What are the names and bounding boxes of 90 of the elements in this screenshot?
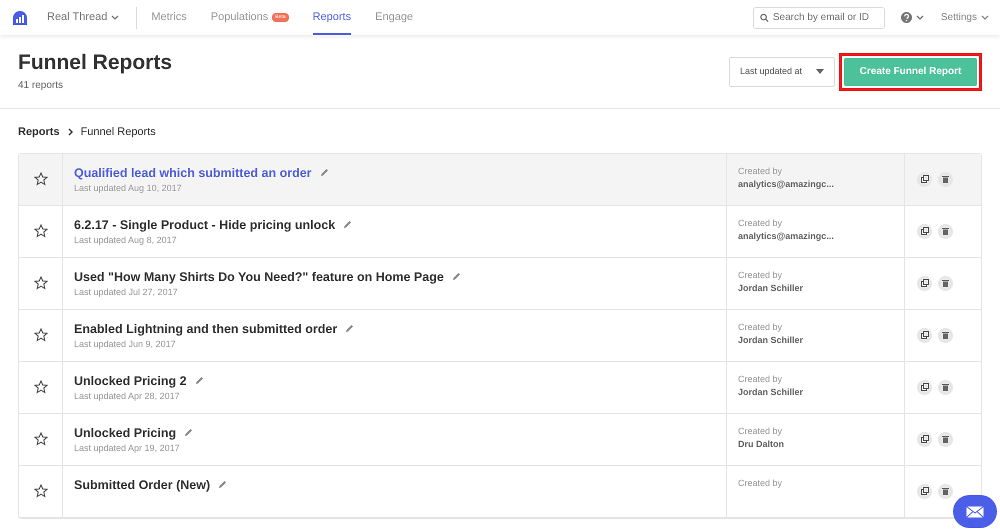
created-by-label: Created by [738,164,784,178]
duplicate-button[interactable] [917,432,932,446]
pencil-icon[interactable] [345,324,354,334]
chat-button[interactable] [953,495,997,528]
pencil-icon[interactable] [218,480,228,490]
last-updated: Last updated Aug 8, 2017 [74,234,178,248]
trash-icon [942,227,949,235]
copy-icon [920,435,928,443]
star-icon[interactable] [34,484,48,498]
star-icon[interactable] [34,328,48,342]
copy-icon [920,175,928,183]
creator-name: analytics@amazingc... [738,178,835,191]
chevron-icon [916,14,924,20]
duplicate-button[interactable] [917,224,932,238]
pencil-icon[interactable] [184,428,194,438]
creator-name: Jordan Schiller [738,334,804,347]
report-title[interactable]: 6.2.17 - Single Product - Hide pricing unlock [74,216,336,234]
copy-icon [920,383,928,391]
trash-icon [942,175,949,183]
copy-icon [920,331,928,339]
help-icon [900,12,912,23]
trash-icon [942,435,949,443]
star-icon[interactable] [34,432,48,446]
star-icon[interactable] [34,380,48,394]
chevron-icon [111,14,120,20]
report-title[interactable]: Unlocked Pricing [74,424,176,442]
delete-button[interactable] [938,328,953,342]
delete-button[interactable] [938,172,953,186]
last-updated: Last updated Apr 19, 2017 [74,442,181,456]
sort-dropdown[interactable]: Last updated at [729,56,835,86]
created-by-label: Created by [738,372,784,386]
report-count: 41 reports [18,78,64,93]
duplicate-button[interactable] [917,484,932,498]
star-icon[interactable] [34,172,48,186]
duplicate-button[interactable] [917,276,932,290]
trash-icon [942,383,949,391]
report-title[interactable]: Used "How Many Shirts Do You Need?" feature on Home Page [74,268,444,286]
created-by-label: Created by [738,320,784,334]
trash-icon [942,279,949,287]
trash-icon [942,487,949,495]
delete-button[interactable] [938,224,953,238]
duplicate-button[interactable] [917,328,932,342]
pencil-icon[interactable] [320,168,329,178]
delete-button[interactable] [938,484,953,498]
nav-tab[interactable]: Reports [312,0,352,35]
pencil-icon[interactable] [343,220,352,230]
delete-button[interactable] [938,432,953,446]
pencil-icon[interactable] [194,376,204,386]
duplicate-button[interactable] [917,380,932,394]
nav-tab[interactable]: Metrics [151,0,187,35]
last-updated: Last updated Jun 9, 2017 [74,338,177,352]
mail-icon [966,506,984,518]
pencil-icon[interactable] [452,272,461,282]
last-updated: Last updated Jul 27, 2017 [74,286,179,300]
trash-icon [942,331,949,339]
report-row[interactable]: Qualified lead which submitted an order Last updated Aug 10, 2017 Created by analytics@amazingc... [19,154,981,206]
creator-name: Jordan Schiller [738,282,804,295]
creator-name: Jordan Schiller [738,386,804,399]
created-by-label: Created by [738,424,784,438]
nav-tab[interactable]: Engage [375,0,414,35]
copy-icon [920,487,928,495]
report-title[interactable]: Submitted Order (New) [74,476,210,494]
creator-name: analytics@amazingc... [738,230,835,243]
copy-icon [920,227,928,235]
created-by-label: Created by [738,476,784,490]
page-title: Funnel Reports [18,50,172,76]
creator-name: Dru Dalton [738,438,785,451]
star-icon[interactable] [34,276,48,290]
created-by-label: Created by [738,216,784,230]
report-title[interactable]: Qualified lead which submitted an order [74,164,312,182]
settings-menu[interactable]: Settings [940,9,990,26]
created-by-label: Created by [738,268,784,282]
report-title[interactable]: Enabled Lightning and then submitted order [74,320,338,338]
chevron-icon [981,14,989,20]
copy-icon [920,279,928,287]
breadcrumb-link[interactable]: Reports [18,124,60,140]
search-icon [760,12,769,22]
last-updated: Last updated Aug 10, 2017 [74,182,183,196]
breadcrumb-current: Funnel Reports [80,125,156,140]
chevron-right-icon [68,128,73,136]
duplicate-button[interactable] [917,172,932,186]
report-title[interactable]: Unlocked Pricing 2 [74,372,187,390]
caret-icon [816,69,824,74]
workspace-dropdown[interactable]: Real Thread [46,8,120,27]
help-menu[interactable] [900,12,924,23]
star-icon[interactable] [34,224,48,238]
search-field[interactable]: Search by email or ID [752,6,885,28]
delete-button[interactable] [938,380,953,394]
last-updated: Last updated Apr 28, 2017 [74,390,181,404]
delete-button[interactable] [938,276,953,290]
